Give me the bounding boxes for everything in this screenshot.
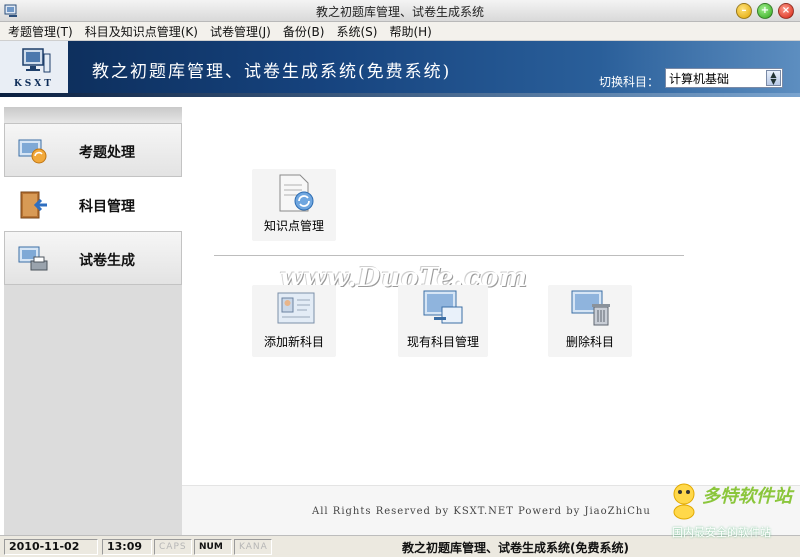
menu-item-backup[interactable]: 备份(B) (283, 23, 325, 40)
status-caps: CAPS (154, 539, 192, 555)
knowledge-point-icon (279, 174, 314, 212)
status-app-name: 教之初题库管理、试卷生成系统(免费系统) (402, 541, 629, 555)
corner-watermark-badge: 多特软件站 国内最安全的软件站 (664, 480, 800, 539)
banner-stripe (0, 93, 800, 97)
sidebar-item-label: 科目管理 (79, 199, 135, 215)
tile-label: 删除科目 (565, 335, 614, 349)
sidebar-top-strip (4, 107, 182, 123)
computer-logo-icon (22, 48, 51, 73)
sidebar-item-exam-generation[interactable]: 试卷生成 (4, 231, 182, 285)
tile-label: 添加新科目 (263, 335, 324, 349)
badge-subtitle: 国内最安全的软件站 (672, 526, 771, 539)
sidebar: 考题处理 科目管理 试卷生成 (4, 107, 182, 535)
title-bar: 教之初题库管理、试卷生成系统 – + × (0, 0, 800, 22)
existing-subjects-icon (423, 290, 463, 324)
menu-bar: 考题管理(T) 科目及知识点管理(K) 试卷管理(J) 备份(B) 系统(S) … (0, 22, 800, 41)
sidebar-item-label: 考题处理 (79, 145, 135, 161)
sidebar-item-question-processing[interactable]: 考题处理 (4, 123, 182, 177)
logo-text: KSXT (13, 79, 54, 89)
header-banner: KSXT 教之初题库管理、试卷生成系统(免费系统) 切换科目： 计算机基础 ▲ ▼ (0, 41, 800, 97)
sidebar-item-subject-management[interactable]: 科目管理 (4, 177, 182, 231)
existing-subjects-button[interactable]: 现有科目管理 (398, 285, 488, 357)
subject-management-icon (20, 191, 47, 219)
status-kana: KANA (234, 539, 272, 555)
menu-item-system[interactable]: 系统(S) (336, 23, 377, 40)
logo: KSXT (0, 41, 68, 97)
tile-label: 现有科目管理 (406, 335, 479, 349)
question-processing-icon (18, 139, 47, 164)
delete-subject-icon (571, 290, 610, 326)
menu-item-exams[interactable]: 试卷管理(J) (210, 23, 271, 40)
delete-subject-button[interactable]: 删除科目 (548, 285, 632, 357)
exam-generation-icon (18, 246, 48, 271)
mascot-icon (673, 483, 695, 520)
main-content: 知识点管理 www.DuoTe.com 添加新科目 现有科目管理 删除科目 Al… (182, 107, 800, 535)
menu-item-subjects[interactable]: 科目及知识点管理(K) (85, 23, 198, 40)
dropdown-arrow-icon[interactable]: ▲ ▼ (766, 70, 781, 86)
menu-item-questions[interactable]: 考题管理(T) (8, 23, 73, 40)
minimize-button[interactable]: – (736, 3, 752, 19)
window-title: 教之初题库管理、试卷生成系统 (315, 5, 484, 19)
tile-label: 知识点管理 (263, 219, 324, 233)
status-time: 13:09 (102, 539, 152, 555)
subject-select[interactable]: 计算机基础 ▲ ▼ (665, 68, 783, 88)
close-button[interactable]: × (778, 3, 794, 19)
copyright-text: All Rights Reserved by KSXT.NET Powerd b… (312, 506, 651, 517)
subject-select-value: 计算机基础 (669, 71, 730, 86)
knowledge-point-management-button[interactable]: 知识点管理 (252, 169, 336, 241)
maximize-button[interactable]: + (757, 3, 773, 19)
status-num: NUM (194, 539, 232, 555)
subject-switch-label: 切换科目： (599, 75, 660, 89)
sidebar-item-label: 试卷生成 (79, 253, 135, 269)
add-subject-button[interactable]: 添加新科目 (252, 285, 336, 357)
badge-title: 多特软件站 (702, 486, 792, 507)
status-date: 2010-11-02 (4, 539, 98, 555)
section-divider (214, 255, 684, 256)
banner-title: 教之初题库管理、试卷生成系统(免费系统) (92, 62, 452, 82)
add-subject-icon (277, 292, 315, 324)
menu-item-help[interactable]: 帮助(H) (389, 23, 431, 40)
